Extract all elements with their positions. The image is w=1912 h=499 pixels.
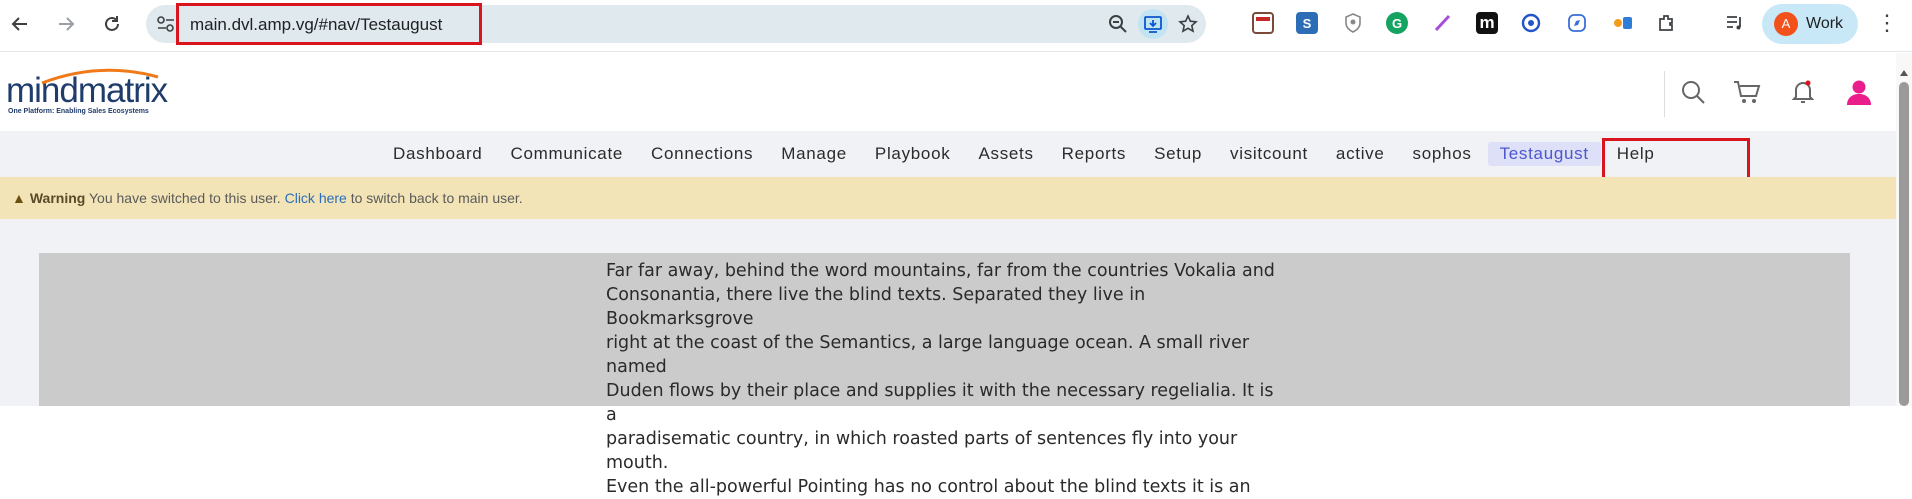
s-extension-icon[interactable]: S bbox=[1296, 12, 1318, 34]
app-header: mindmatrix One Platform: Enabling Sales … bbox=[0, 53, 1896, 131]
content-line: Even the all-powerful Pointing has no co… bbox=[606, 477, 1251, 497]
nav-item-testaugust[interactable]: Testaugust bbox=[1487, 142, 1601, 166]
warning-text-after: to switch back to main user. bbox=[350, 190, 523, 206]
nav-item-manage[interactable]: Manage bbox=[781, 144, 847, 164]
nav-item-sophos[interactable]: sophos bbox=[1413, 144, 1472, 164]
nav-item-playbook[interactable]: Playbook bbox=[875, 144, 951, 164]
eye-extension-icon[interactable] bbox=[1520, 12, 1542, 34]
nav-item-reports[interactable]: Reports bbox=[1062, 144, 1126, 164]
content-line: Far far away, behind the word mountains,… bbox=[606, 261, 1275, 281]
warning-text: You have switched to this user. bbox=[88, 190, 281, 206]
browser-toolbar: main.dvl.amp.vg/#nav/Testaugust S G m A … bbox=[0, 0, 1912, 52]
content-line: Consonantia, there live the blind texts.… bbox=[606, 285, 1146, 329]
nav-item-communicate[interactable]: Communicate bbox=[510, 144, 623, 164]
bell-icon[interactable] bbox=[1788, 77, 1818, 107]
nav-item-visitcount[interactable]: visitcount bbox=[1230, 144, 1308, 164]
content-line: paradisematic country, in which roasted … bbox=[606, 429, 1238, 473]
profile-label: Work bbox=[1806, 15, 1844, 32]
site-settings-icon[interactable] bbox=[156, 15, 176, 33]
nav-item-connections[interactable]: Connections bbox=[651, 144, 753, 164]
address-bar[interactable]: main.dvl.amp.vg/#nav/Testaugust bbox=[146, 3, 1206, 45]
shield-extension-icon[interactable] bbox=[1342, 12, 1364, 34]
compass-extension-icon[interactable] bbox=[1566, 12, 1588, 34]
switch-back-link[interactable]: Click here bbox=[285, 190, 347, 206]
nav-item-setup[interactable]: Setup bbox=[1154, 144, 1202, 164]
m-extension-icon[interactable]: m bbox=[1476, 12, 1498, 34]
profile-button[interactable]: A Work bbox=[1762, 4, 1858, 44]
content-line: right at the coast of the Semantics, a l… bbox=[606, 333, 1250, 377]
extensions-icon[interactable] bbox=[1656, 12, 1678, 34]
zoom-icon[interactable] bbox=[1106, 12, 1130, 36]
warning-icon: ▲ bbox=[12, 190, 26, 206]
scrollbar-thumb[interactable] bbox=[1899, 82, 1909, 406]
nav-item-dashboard[interactable]: Dashboard bbox=[393, 144, 482, 164]
nav-item-assets[interactable]: Assets bbox=[978, 144, 1033, 164]
content-line: Duden flows by their place and supplies … bbox=[606, 381, 1274, 425]
scroll-up-arrow-icon[interactable] bbox=[1900, 70, 1908, 76]
star-icon[interactable] bbox=[1176, 12, 1200, 36]
logo-text[interactable]: mindmatrix bbox=[6, 71, 168, 111]
user-icon[interactable] bbox=[1844, 77, 1874, 107]
key-extension-icon[interactable] bbox=[1612, 12, 1634, 34]
content-paragraph: Far far away, behind the word mountains,… bbox=[606, 259, 1286, 499]
nav-item-active[interactable]: active bbox=[1336, 144, 1385, 164]
install-icon[interactable] bbox=[1138, 9, 1168, 39]
cart-icon[interactable] bbox=[1732, 77, 1762, 107]
header-divider bbox=[1664, 71, 1665, 117]
back-arrow-icon[interactable] bbox=[6, 10, 34, 38]
calendar-extension-icon[interactable] bbox=[1252, 12, 1274, 34]
forward-arrow-icon[interactable] bbox=[52, 10, 80, 38]
grammarly-extension-icon[interactable]: G bbox=[1386, 12, 1408, 34]
url-text[interactable]: main.dvl.amp.vg/#nav/Testaugust bbox=[190, 15, 442, 35]
search-icon[interactable] bbox=[1678, 77, 1708, 107]
warning-title: Warning bbox=[29, 190, 86, 206]
profile-avatar: A bbox=[1774, 12, 1798, 36]
browser-menu-icon[interactable]: ⋮ bbox=[1876, 12, 1898, 36]
reload-icon[interactable] bbox=[98, 10, 126, 38]
logo-tagline: One Platform: Enabling Sales Ecosystems bbox=[8, 108, 149, 115]
pen-extension-icon[interactable] bbox=[1432, 12, 1454, 34]
media-icon[interactable] bbox=[1724, 12, 1746, 34]
warning-banner: ▲ Warning You have switched to this user.… bbox=[0, 177, 1896, 219]
